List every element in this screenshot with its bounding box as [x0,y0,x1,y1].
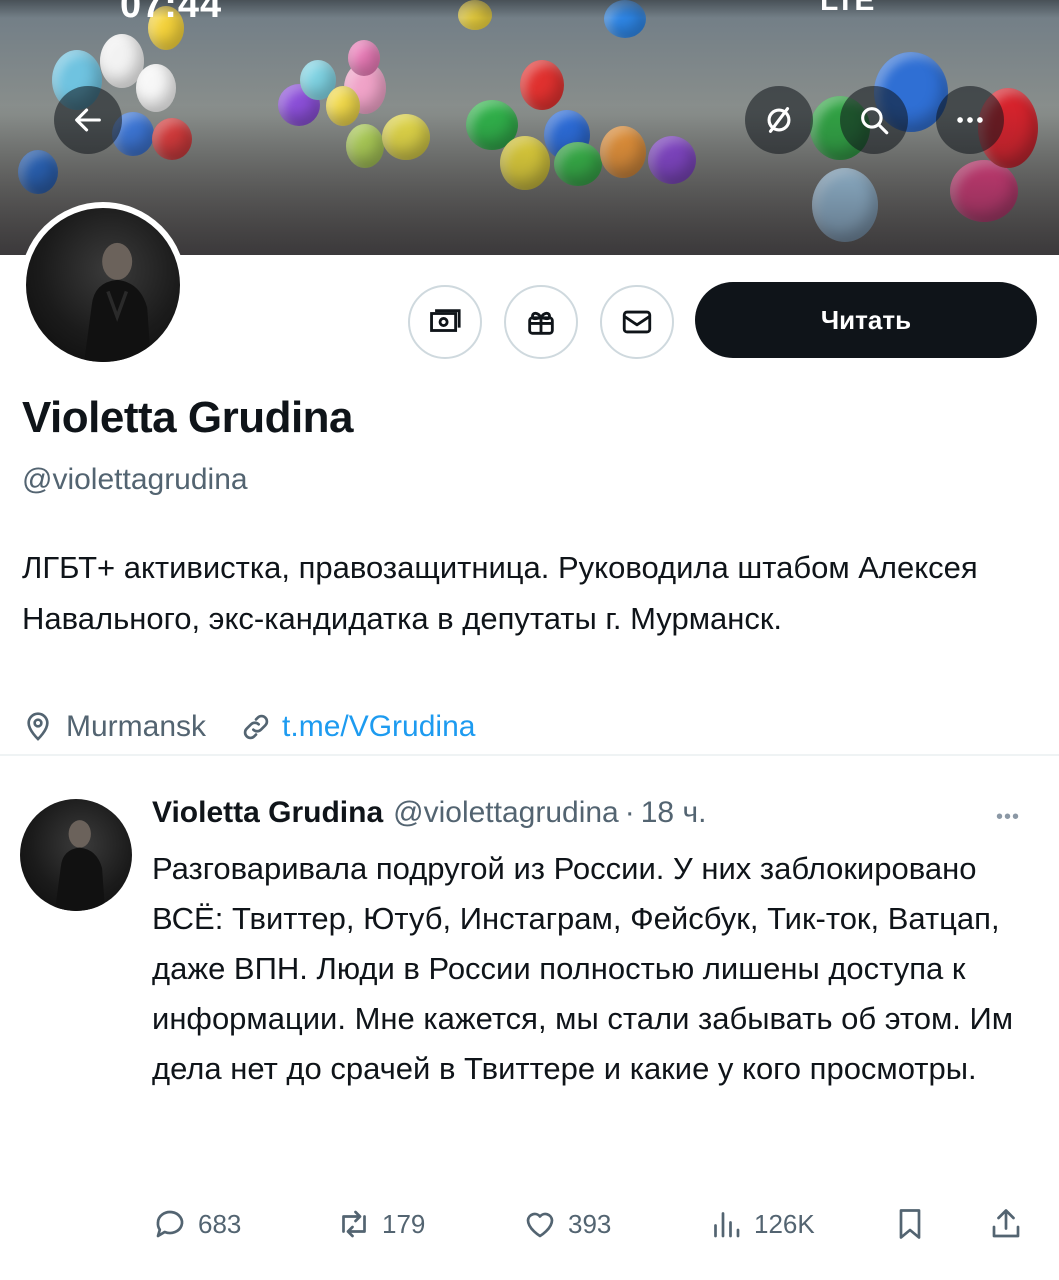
status-time: 07:44 [120,0,223,26]
money-icon [430,309,461,332]
tweet-separator: · [624,796,635,829]
reply-button[interactable]: 683 [152,1206,241,1242]
retweet-icon [342,1210,366,1238]
bookmark-button[interactable] [892,1206,928,1242]
link-text[interactable]: t.me/VGrudina [282,710,475,744]
balloon [348,40,380,76]
tweet-header: Violetta Grudina @violettagrudina · 18 ч… [152,796,706,830]
balloon [520,60,564,110]
more-dots-icon [957,117,983,123]
status-network: LTE [820,0,875,17]
tweet[interactable]: Violetta Grudina @violettagrudina · 18 ч… [0,756,1059,1280]
reply-count: 683 [198,1208,242,1239]
back-button[interactable] [54,86,122,154]
profile-avatar[interactable] [20,202,186,368]
location-text: Murmansk [66,710,207,743]
tweet-author-handle[interactable]: @violettagrudina [393,796,619,830]
tweet-text: Разговаривала подругой из России. У них … [152,851,1014,1086]
back-arrow-icon [75,108,101,132]
search-icon [861,107,889,135]
views-button[interactable]: 126K [708,1206,815,1242]
like-button[interactable]: 393 [522,1206,611,1242]
views-chart-icon [714,1212,740,1238]
retweet-button[interactable]: 179 [336,1206,425,1242]
gift-icon [528,311,554,335]
reply-icon [156,1210,184,1238]
profile-meta: Murmansk t.me/VGrudina [22,710,475,744]
envelope-icon [622,310,652,334]
mute-circle-button[interactable] [745,86,813,154]
avatar-silhouette [54,819,105,911]
profile-location: Murmansk [22,710,206,744]
retweet-count: 179 [382,1208,426,1239]
circle-slash-icon [767,107,791,133]
tweet-timestamp[interactable]: 18 ч. [641,796,707,830]
tip-button[interactable] [408,285,482,359]
heart-icon [526,1212,554,1238]
profile-bio: ЛГБТ+ активистка, правозащитница. Руково… [22,550,978,636]
message-button[interactable] [600,285,674,359]
like-count: 393 [568,1208,612,1239]
views-count: 126K [754,1208,815,1239]
share-icon [992,1209,1020,1238]
tweet-author-avatar[interactable] [20,799,132,911]
link-icon [243,714,269,740]
tweet-actions: 683 179 393 126K [152,1206,1037,1246]
search-button[interactable] [840,86,908,154]
more-options-button[interactable] [936,86,1004,154]
bookmark-icon [899,1209,921,1239]
profile-display-name: Violetta Grudina [22,393,354,442]
location-pin-icon [27,712,49,741]
tweet-more-button[interactable]: ••• [996,806,1020,829]
share-button[interactable] [988,1206,1024,1242]
avatar-silhouette [84,242,151,362]
follow-button[interactable]: Читать [695,282,1037,358]
profile-link[interactable]: t.me/VGrudina [240,710,475,744]
profile-handle: @violettagrudina [22,463,248,496]
status-bar: 07:44 LTE [0,0,1059,26]
tweet-author-name[interactable]: Violetta Grudina [152,796,383,830]
gift-button[interactable] [504,285,578,359]
